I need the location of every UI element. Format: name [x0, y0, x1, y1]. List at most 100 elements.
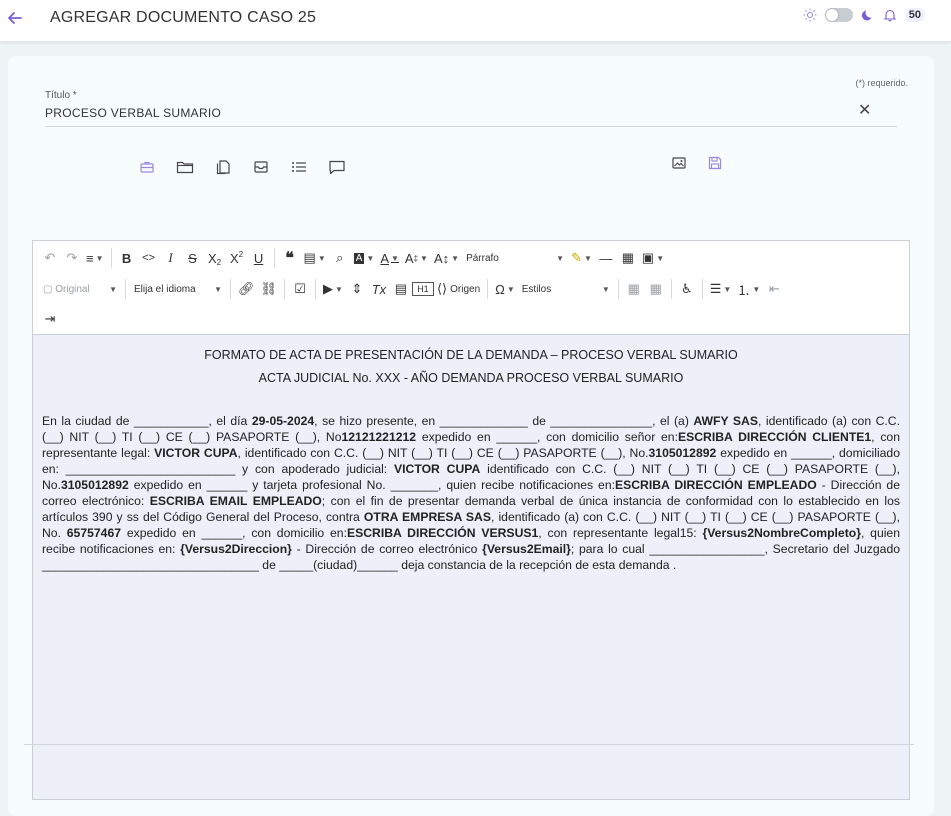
- bold-text-segment: ESCRIBA DIRECCIÓN EMPLEADO: [614, 478, 817, 492]
- unlink-icon[interactable]: ⛓︎: [258, 277, 281, 301]
- numbered-list-icon[interactable]: ⒈ ▼: [734, 277, 763, 301]
- original-select[interactable]: ▢ Original ▼: [39, 277, 121, 301]
- undo-icon[interactable]: ↶: [39, 246, 61, 270]
- save-icon[interactable]: [704, 152, 726, 174]
- archive-icon[interactable]: [250, 156, 272, 178]
- title-field-label: Título *: [45, 90, 77, 101]
- toolbar-divider: [284, 279, 286, 299]
- find-replace-icon[interactable]: ⌕: [329, 246, 351, 270]
- redo-icon[interactable]: ↷: [61, 246, 83, 270]
- source-icon[interactable]: ⟨⟩ Origen: [434, 277, 483, 301]
- language-select-value: Elija el idioma: [134, 283, 196, 295]
- todo-list-icon[interactable]: ☑: [289, 277, 311, 301]
- document-heading-1: FORMATO DE ACTA DE PRESENTACIÓN DE LA DE…: [204, 348, 738, 362]
- bold-text-segment: AWFY SAS: [693, 414, 758, 428]
- toolbar-row-2: ▢ Original ▼ Elija el idioma ▼ 🔗︎ ⛓︎ ☑ ▶ ▼ …: [39, 274, 785, 304]
- align-icon[interactable]: ≡ ▼: [83, 246, 107, 270]
- bold-text-segment: ESCRIBA EMAIL EMPLEADO: [149, 494, 322, 508]
- document-actions-right: [668, 152, 726, 174]
- font-size-icon[interactable]: A ‡ ▼: [402, 246, 431, 270]
- font-color-icon[interactable]: A ▼: [377, 246, 402, 270]
- subscript-icon[interactable]: X2: [204, 246, 226, 270]
- folder-icon[interactable]: [174, 156, 196, 178]
- editor-content[interactable]: FORMATO DE ACTA DE PRESENTACIÓN DE LA DE…: [33, 335, 909, 799]
- back-arrow-icon[interactable]: [6, 9, 24, 27]
- document-heading-2: ACTA JUDICIAL No. XXX - AÑO DEMANDA PROC…: [258, 371, 684, 385]
- bold-text-segment: 3105012892: [60, 478, 129, 492]
- table-properties-icon[interactable]: ▦: [645, 277, 667, 301]
- required-note: (*) requerido.: [855, 78, 908, 88]
- paragraph-format-select[interactable]: Párrafo ▼: [462, 246, 568, 270]
- theme-toggle[interactable]: [824, 8, 853, 22]
- heading-icon[interactable]: H1: [411, 282, 434, 296]
- title-input[interactable]: PROCESO VERBAL SUMARIO: [45, 106, 221, 120]
- document-actions-left: [136, 156, 348, 178]
- horizontal-line-icon[interactable]: —: [595, 246, 617, 270]
- bold-text-segment: 12121221212: [341, 430, 417, 444]
- page-break-icon[interactable]: ▦: [617, 246, 639, 270]
- paragraph-format-value: Párrafo: [466, 252, 499, 264]
- italic-icon[interactable]: I: [160, 246, 182, 270]
- page-title: AGREGAR DOCUMENTO CASO 25: [50, 9, 317, 26]
- bold-icon[interactable]: B: [116, 246, 138, 270]
- styles-select-value: Estilos: [521, 283, 552, 295]
- underline-icon[interactable]: U: [248, 246, 270, 270]
- bell-icon[interactable]: [883, 8, 897, 22]
- notification-count-badge[interactable]: 50: [904, 8, 925, 22]
- bold-text-segment: 3105012892: [648, 446, 717, 460]
- text-segment: expedido en ______, con domicilio en:: [121, 526, 347, 540]
- code-icon[interactable]: <>: [138, 246, 160, 270]
- bold-text-segment: VICTOR CUPA: [154, 446, 238, 460]
- superscript-icon[interactable]: X2: [226, 246, 248, 270]
- styles-select[interactable]: Estilos ▼: [518, 277, 614, 301]
- font-family-icon[interactable]: A↕ ▼: [431, 246, 462, 270]
- sun-icon: [803, 8, 817, 22]
- toolbar-divider: [617, 279, 619, 299]
- text-segment: , identificado con C.C. (__) NIT (__) TI…: [237, 446, 649, 460]
- blockquote-icon[interactable]: ❝: [279, 246, 301, 270]
- toolbar-divider: [315, 279, 317, 299]
- document-paragraph: En la ciudad de ___________, el día 29-0…: [42, 413, 900, 573]
- comment-icon[interactable]: [326, 156, 348, 178]
- source-label: Origen: [450, 283, 481, 295]
- bold-text-segment: VICTOR CUPA: [394, 462, 481, 476]
- outdent-icon[interactable]: ⇤: [763, 277, 785, 301]
- top-right-controls: 50: [803, 8, 925, 22]
- highlight-icon[interactable]: ✎ ▼: [568, 246, 595, 270]
- media-embed-icon[interactable]: ▶ ▼: [320, 277, 346, 301]
- font-background-color-icon[interactable]: A ▼: [351, 246, 378, 270]
- insert-image-icon[interactable]: ▣ ▼: [639, 246, 667, 270]
- copy-document-icon[interactable]: [212, 156, 234, 178]
- insert-template-icon[interactable]: ▤ ▼: [301, 246, 329, 270]
- toolbar-divider: [487, 279, 489, 299]
- bulleted-list-icon[interactable]: ☰ ▼: [707, 277, 735, 301]
- strikethrough-icon[interactable]: S: [182, 246, 204, 270]
- clear-title-icon[interactable]: ✕: [858, 103, 872, 119]
- toolbar-divider: [110, 248, 112, 268]
- indent-icon[interactable]: ⇥: [39, 307, 61, 331]
- toolbar-divider: [273, 248, 275, 268]
- original-select-value: Original: [55, 283, 90, 295]
- list-icon[interactable]: [288, 156, 310, 178]
- toolbar-divider: [701, 279, 703, 299]
- bottom-divider: [24, 744, 914, 745]
- document-form-card: (*) requerido. Título * PROCESO VERBAL S…: [8, 56, 934, 816]
- insert-table-icon[interactable]: ▦: [623, 277, 645, 301]
- toolbar-row-3: ⇥: [39, 304, 61, 334]
- show-blocks-icon[interactable]: ▤: [390, 277, 412, 301]
- toolbar-divider: [230, 279, 231, 299]
- text-segment: En la ciudad de ___________, el día: [42, 414, 252, 428]
- accessibility-icon[interactable]: ♿︎: [676, 277, 698, 301]
- language-select[interactable]: Elija el idioma ▼: [130, 277, 226, 301]
- link-icon[interactable]: 🔗︎: [235, 277, 258, 301]
- text-segment: - Dirección de correo electrónico: [291, 542, 483, 556]
- remove-format-icon[interactable]: Tx: [368, 277, 390, 301]
- line-height-icon[interactable]: ⇕: [346, 277, 368, 301]
- text-segment: , con representante legal15:: [538, 526, 703, 540]
- bold-text-segment: 29-05-2024: [251, 414, 315, 428]
- special-characters-icon[interactable]: Ω ▼: [492, 277, 518, 301]
- text-segment: expedido en ______ y tarjeta profesional…: [128, 478, 615, 492]
- briefcase-icon[interactable]: [136, 156, 158, 178]
- bold-text-segment: {Versus2Email}: [482, 542, 571, 556]
- image-gallery-icon[interactable]: [668, 152, 690, 174]
